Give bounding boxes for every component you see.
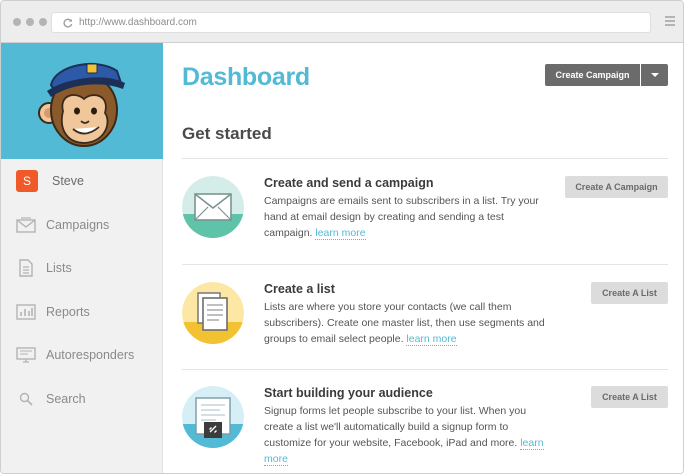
divider: [182, 264, 668, 265]
card-description: Campaigns are emails sent to subscribers…: [264, 193, 554, 241]
section-title: Get started: [182, 124, 272, 143]
sidebar-item-autoresponders[interactable]: Autoresponders: [1, 334, 162, 378]
divider: [182, 369, 668, 370]
card-description: Signup forms let people subscribe to you…: [264, 403, 554, 467]
hamburger-menu-icon[interactable]: [665, 16, 675, 26]
card-description-text: Lists are where you store your contacts …: [264, 301, 545, 345]
maximize-window-button[interactable]: [39, 18, 47, 26]
sidebar-item-label: Campaigns: [46, 217, 110, 232]
monitor-icon: [16, 346, 36, 364]
list-document-icon: [182, 282, 244, 344]
page-title: Dashboard: [182, 63, 310, 91]
main-content: Dashboard Create Campaign Get started Cr…: [163, 43, 683, 473]
learn-more-link[interactable]: learn more: [406, 333, 457, 346]
create-campaign-button[interactable]: Create Campaign: [545, 64, 640, 86]
card-description: Lists are where you store your contacts …: [264, 299, 554, 347]
card-title: Create and send a campaign: [264, 176, 434, 190]
sidebar-nav: S Steve Campaigns Lists Reports Autoresp…: [1, 159, 162, 421]
sidebar-item-user[interactable]: S Steve: [1, 159, 162, 203]
learn-more-link[interactable]: learn more: [315, 227, 366, 240]
window-controls: [13, 18, 47, 26]
search-icon: [16, 390, 36, 408]
divider: [182, 158, 668, 159]
envelope-icon: [182, 176, 244, 238]
sidebar-item-campaigns[interactable]: Campaigns: [1, 203, 162, 247]
card-description-text: Signup forms let people subscribe to you…: [264, 405, 527, 449]
create-a-list-button[interactable]: Create A List: [591, 282, 668, 304]
sidebar: S Steve Campaigns Lists Reports Autoresp…: [1, 43, 163, 473]
sidebar-item-label: Autoresponders: [46, 348, 135, 363]
bar-chart-icon: [16, 303, 36, 321]
create-campaign-split-button: Create Campaign: [545, 64, 668, 86]
browser-toolbar: http://www.dashboard.com: [1, 1, 683, 43]
create-a-campaign-button[interactable]: Create A Campaign: [565, 176, 668, 198]
user-name: Steve: [52, 174, 84, 188]
browser-window: http://www.dashboard.com S Steve Campaig…: [0, 0, 684, 474]
monkey-logo-icon: [38, 63, 125, 147]
card-title: Start building your audience: [264, 386, 433, 400]
avatar: S: [16, 170, 38, 192]
sidebar-item-label: Lists: [46, 261, 72, 276]
signup-form-icon: [182, 386, 244, 448]
address-bar[interactable]: http://www.dashboard.com: [51, 12, 651, 33]
create-campaign-dropdown-button[interactable]: [641, 64, 668, 86]
document-icon: [16, 259, 36, 277]
sidebar-item-lists[interactable]: Lists: [1, 247, 162, 291]
close-window-button[interactable]: [13, 18, 21, 26]
create-a-list-button[interactable]: Create A List: [591, 386, 668, 408]
sidebar-item-label: Reports: [46, 304, 90, 319]
brand-header: [1, 43, 163, 159]
sidebar-item-search[interactable]: Search: [1, 377, 162, 421]
card-title: Create a list: [264, 282, 335, 296]
envelope-icon: [16, 216, 36, 234]
reload-icon[interactable]: [63, 18, 73, 28]
sidebar-item-reports[interactable]: Reports: [1, 290, 162, 334]
minimize-window-button[interactable]: [26, 18, 34, 26]
card-description-text: Campaigns are emails sent to subscribers…: [264, 195, 539, 239]
caret-down-icon: [650, 73, 659, 77]
sidebar-item-label: Search: [46, 391, 86, 406]
url-text: http://www.dashboard.com: [79, 17, 197, 28]
